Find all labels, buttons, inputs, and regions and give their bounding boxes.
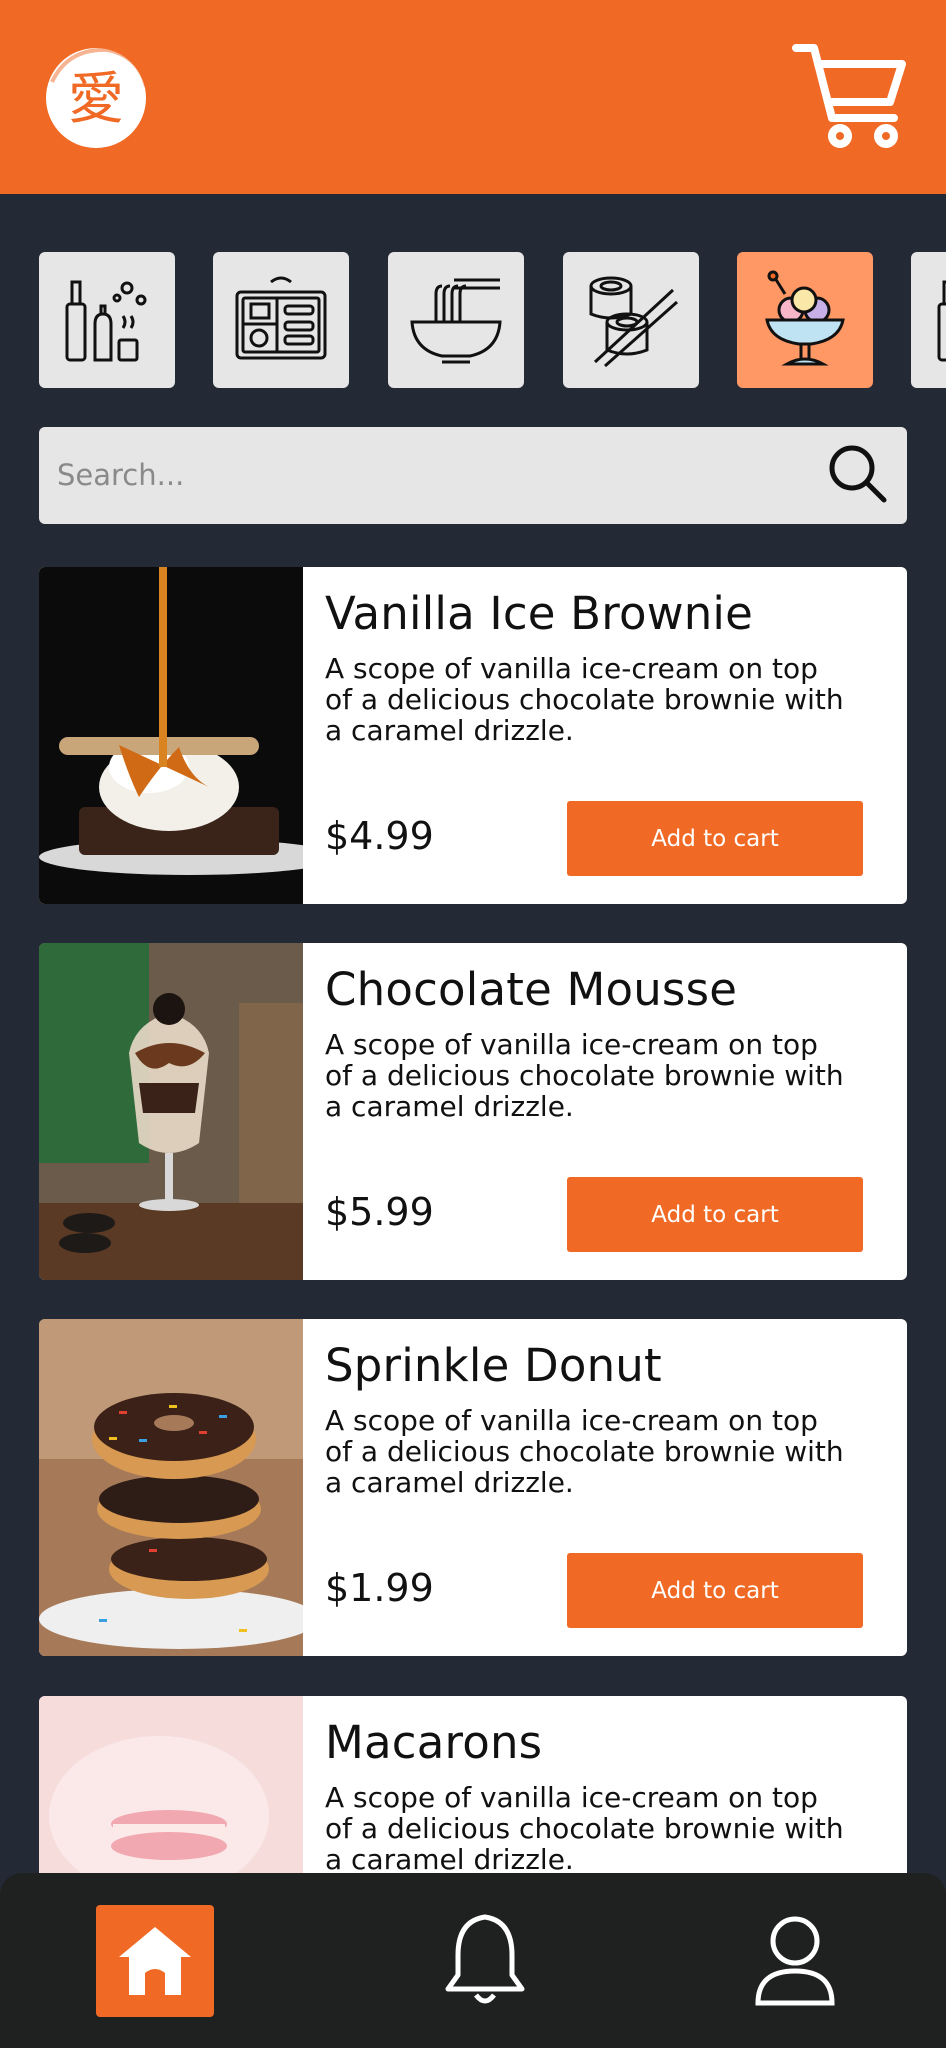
shopping-cart-icon[interactable] <box>790 40 910 152</box>
category-bento[interactable] <box>213 252 349 388</box>
product-price: $1.99 <box>325 1566 434 1610</box>
product-image <box>39 1319 303 1656</box>
product-title: Vanilla Ice Brownie <box>325 587 754 640</box>
product-card: Chocolate Mousse A scope of vanilla ice-… <box>39 943 907 1280</box>
category-drinks[interactable] <box>39 252 175 388</box>
product-description: A scope of vanilla ice-cream on top of a… <box>325 652 844 747</box>
sake-bottles-icon <box>65 280 147 362</box>
kanji-logo-icon[interactable]: 愛 <box>38 42 154 154</box>
noodle-bowl-icon <box>410 278 502 364</box>
category-desserts[interactable] <box>737 252 873 388</box>
product-card: Vanilla Ice Brownie A scope of vanilla i… <box>39 567 907 904</box>
product-image <box>39 567 303 904</box>
user-icon[interactable] <box>752 1913 838 2009</box>
app-header: 愛 <box>0 0 946 194</box>
drink-bottle-icon <box>937 280 946 362</box>
add-to-cart-button[interactable]: Add to cart <box>567 801 863 876</box>
product-description: A scope of vanilla ice-cream on top of a… <box>325 1404 844 1499</box>
bottom-navigation <box>0 1873 946 2048</box>
bell-icon[interactable] <box>440 1911 530 2011</box>
search-bar <box>39 427 907 524</box>
product-price: $5.99 <box>325 1190 434 1234</box>
product-title: Macarons <box>325 1716 543 1769</box>
search-icon[interactable] <box>826 442 888 504</box>
product-image <box>39 943 303 1280</box>
home-icon <box>119 1927 191 1995</box>
product-price: $4.99 <box>325 814 434 858</box>
svg-text:愛: 愛 <box>68 67 124 132</box>
category-more[interactable] <box>911 252 946 388</box>
add-to-cart-button[interactable]: Add to cart <box>567 1177 863 1252</box>
category-sushi[interactable] <box>563 252 699 388</box>
add-to-cart-button[interactable]: Add to cart <box>567 1553 863 1628</box>
product-card: Sprinkle Donut A scope of vanilla ice-cr… <box>39 1319 907 1656</box>
product-description: A scope of vanilla ice-cream on top of a… <box>325 1028 844 1123</box>
category-bar <box>0 252 946 388</box>
product-title: Sprinkle Donut <box>325 1339 662 1392</box>
ice-cream-sundae-icon <box>765 270 845 366</box>
category-noodles[interactable] <box>388 252 524 388</box>
sushi-roll-icon <box>589 276 678 368</box>
product-title: Chocolate Mousse <box>325 963 738 1016</box>
bento-box-icon <box>235 276 327 360</box>
nav-home-button[interactable] <box>96 1905 214 2017</box>
product-description: A scope of vanilla ice-cream on top of a… <box>325 1781 844 1876</box>
search-input[interactable] <box>57 449 817 501</box>
